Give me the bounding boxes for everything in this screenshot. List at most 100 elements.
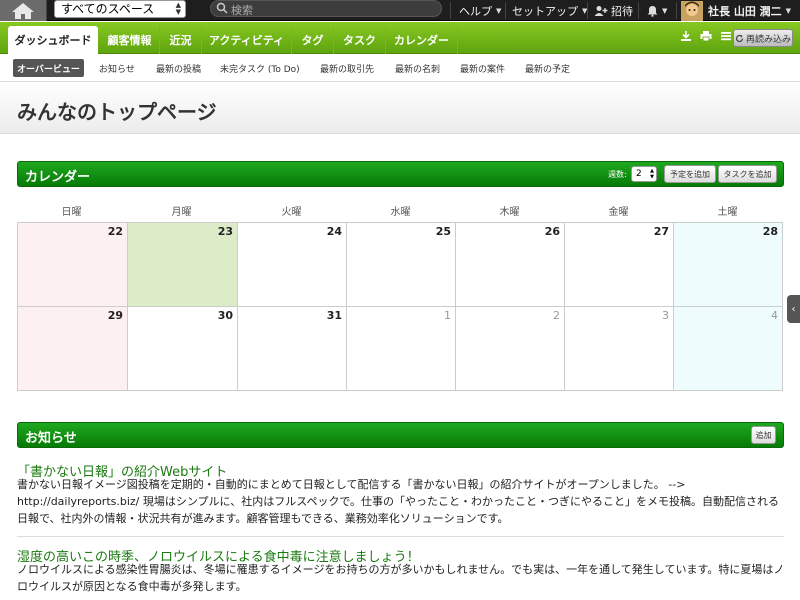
calendar-day[interactable]: 31 [238, 307, 347, 390]
calendar-title: カレンダー [25, 170, 91, 185]
calendar-day[interactable]: 27 [565, 223, 674, 307]
day-number: 24 [326, 225, 342, 238]
sub-navigation: オーバービュー お知らせ 最新の投稿 未完タスク (To Do) 最新の取引先 … [0, 55, 800, 82]
subnav-latest-events[interactable]: 最新の予定 [525, 59, 570, 77]
tab-recent[interactable]: 近況 [160, 26, 202, 54]
news-item-body: 書かない日報イメージ図投稿を定期的・自動的にまとめて日報として配信する「書かない… [17, 478, 780, 525]
select-arrows-icon: ▲ ▼ [650, 168, 654, 180]
weekday-sunday: 日曜 [61, 207, 82, 218]
tab-tasks[interactable]: タスク [334, 26, 386, 54]
divider [638, 2, 639, 19]
add-event-button[interactable]: 予定を追加 [664, 165, 716, 183]
home-button[interactable] [0, 0, 47, 21]
day-number: 28 [762, 225, 778, 238]
side-panel-toggle[interactable]: ‹ [787, 295, 800, 323]
calendar-section-header: カレンダー 週数: 2 ▲ ▼ 予定を追加 タスクを追加 [17, 161, 784, 187]
subnav-latest-posts[interactable]: 最新の投稿 [156, 59, 201, 77]
calendar-day[interactable]: 1 [347, 307, 456, 390]
divider [505, 2, 506, 19]
space-select-value: すべてのスペース [61, 2, 155, 16]
search-placeholder: 検索 [231, 4, 253, 17]
toolbar-icons [680, 30, 732, 42]
home-icon [12, 2, 34, 19]
space-select[interactable]: すべてのスペース ▲ ▼ [54, 0, 186, 18]
calendar-day-today[interactable]: 23 [128, 223, 238, 307]
add-task-button[interactable]: タスクを追加 [718, 165, 777, 183]
add-user-icon [594, 5, 608, 16]
list-icon[interactable] [720, 30, 732, 42]
help-menu[interactable]: ヘルプ ▼ [459, 0, 501, 21]
invite-button[interactable]: 招待 [594, 0, 633, 21]
day-number: 22 [107, 225, 123, 238]
title-band: みんなのトップページ [0, 82, 800, 134]
weekday-wednesday: 水曜 [390, 207, 411, 218]
caret-down-icon: ▼ [496, 6, 502, 15]
user-menu[interactable]: 社長 山田 潤二 ▼ [681, 0, 791, 21]
page-title: みんなのトップページ [17, 100, 217, 124]
calendar-day[interactable]: 3 [565, 307, 674, 390]
notifications-menu[interactable]: ▼ [647, 0, 667, 21]
calendar-day[interactable]: 4 [674, 307, 782, 390]
day-number: 3 [662, 309, 669, 322]
news-section-header: お知らせ 追加 [17, 422, 784, 448]
day-number: 4 [771, 309, 778, 322]
bell-icon [647, 5, 658, 17]
subnav-todo[interactable]: 未完タスク (To Do) [220, 59, 300, 77]
calendar-day[interactable]: 28 [674, 223, 782, 307]
help-label: ヘルプ [459, 4, 492, 18]
day-number: 2 [553, 309, 560, 322]
subnav-latest-cards[interactable]: 最新の名刺 [395, 59, 440, 77]
main-tab-bar: ダッシュボード 顧客情報 近況 アクティビティ タグ タスク カレンダー 再読み… [0, 22, 800, 54]
setup-label: セットアップ [512, 4, 578, 18]
calendar-day[interactable]: 22 [18, 223, 128, 307]
refresh-icon [735, 34, 744, 42]
calendar-day[interactable]: 2 [456, 307, 565, 390]
add-news-button[interactable]: 追加 [751, 426, 776, 444]
subnav-latest-clients[interactable]: 最新の取引先 [320, 59, 374, 77]
search-input[interactable]: 検索 [210, 0, 442, 17]
day-number: 29 [107, 309, 123, 322]
tab-calendar[interactable]: カレンダー [386, 26, 458, 54]
day-number: 27 [653, 225, 669, 238]
reload-button[interactable]: 再読み込み [733, 29, 793, 47]
subnav-latest-deals[interactable]: 最新の案件 [460, 59, 505, 77]
divider [17, 536, 784, 537]
caret-down-icon: ▼ [785, 6, 792, 15]
divider [450, 2, 451, 19]
tab-tags[interactable]: タグ [292, 26, 334, 54]
day-number: 25 [435, 225, 451, 238]
weekday-friday: 金曜 [608, 207, 629, 218]
weekday-monday: 月曜 [171, 207, 192, 218]
reload-label: 再読み込み [745, 34, 791, 45]
weeks-value: 2 [636, 169, 642, 179]
tab-dashboard[interactable]: ダッシュボード [8, 26, 98, 54]
caret-down-icon: ▼ [662, 6, 668, 15]
setup-menu[interactable]: セットアップ ▼ [512, 0, 587, 21]
day-number: 1 [444, 309, 451, 322]
subnav-news[interactable]: お知らせ [99, 59, 135, 77]
weekday-tuesday: 火曜 [281, 207, 302, 218]
subnav-overview[interactable]: オーバービュー [13, 59, 84, 77]
tab-activity[interactable]: アクティビティ [202, 26, 292, 54]
day-number: 26 [544, 225, 560, 238]
calendar-day[interactable]: 29 [18, 307, 128, 390]
day-number: 23 [217, 225, 233, 238]
download-icon[interactable] [680, 30, 692, 42]
invite-label: 招待 [611, 4, 633, 18]
weeks-select[interactable]: 2 ▲ ▼ [631, 166, 657, 182]
weekday-thursday: 木曜 [499, 207, 520, 218]
search-icon [216, 2, 228, 14]
calendar-day[interactable]: 26 [456, 223, 565, 307]
divider [587, 2, 588, 19]
calendar-grid: 22 23 24 25 26 27 28 29 30 31 1 2 3 4 [17, 222, 783, 391]
calendar-day[interactable]: 25 [347, 223, 456, 307]
day-number: 31 [326, 309, 342, 322]
divider [676, 2, 677, 19]
news-item-body: ノロウイルスによる感染性胃腸炎は、冬場に罹患するイメージをお持ちの方が多いかもし… [17, 563, 785, 593]
tab-customers[interactable]: 顧客情報 [100, 26, 160, 54]
avatar [681, 0, 703, 21]
weekday-saturday: 土曜 [717, 207, 738, 218]
print-icon[interactable] [700, 30, 712, 42]
calendar-day[interactable]: 24 [238, 223, 347, 307]
calendar-day[interactable]: 30 [128, 307, 238, 390]
